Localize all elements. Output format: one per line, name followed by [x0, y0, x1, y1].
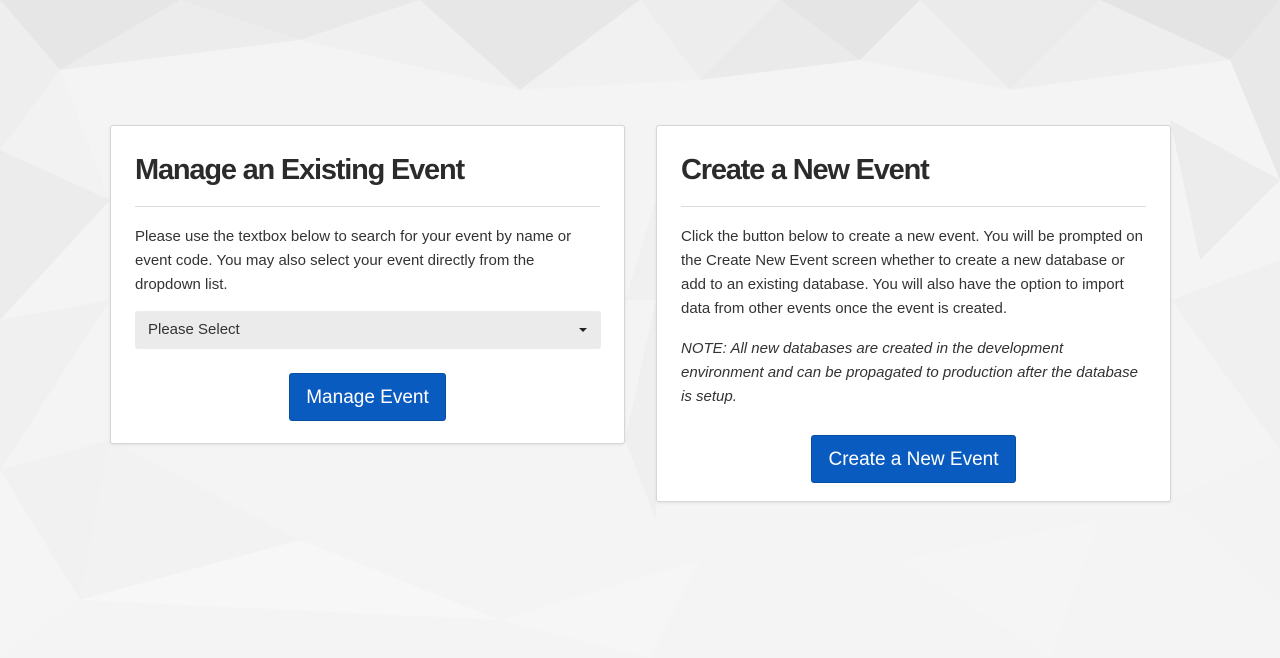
create-event-button[interactable]: Create a New Event [811, 435, 1016, 483]
create-event-card: Create a New Event Click the button belo… [656, 125, 1171, 502]
event-select-value: Please Select [148, 321, 240, 338]
create-event-title: Create a New Event [681, 152, 1146, 207]
manage-event-card: Manage an Existing Event Please use the … [110, 125, 625, 444]
manage-event-title: Manage an Existing Event [135, 152, 600, 207]
event-select[interactable]: Please Select [135, 311, 601, 349]
create-event-note: NOTE: All new databases are created in t… [681, 340, 1138, 405]
manage-event-description: Please use the textbox below to search f… [135, 228, 572, 293]
caret-down-icon [579, 328, 587, 332]
manage-event-button[interactable]: Manage Event [289, 373, 446, 421]
create-event-description: Click the button below to create a new e… [681, 228, 1143, 317]
